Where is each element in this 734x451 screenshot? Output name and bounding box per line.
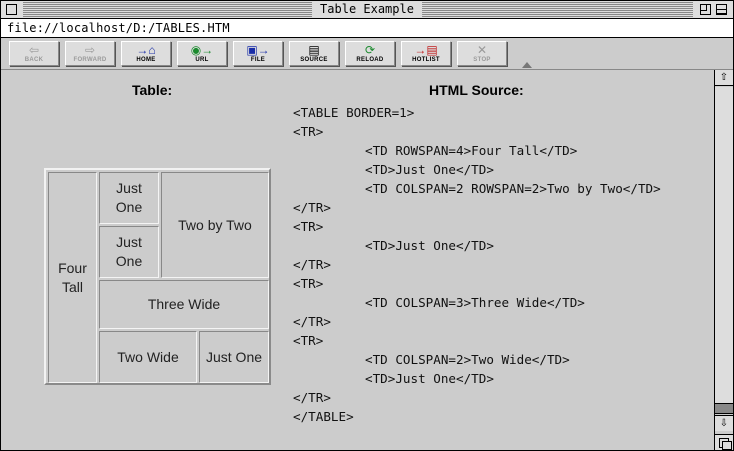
window-title: Table Example bbox=[312, 2, 422, 17]
floppy-disk-icon: ▣→ bbox=[246, 43, 270, 57]
cell-just-one: Just One bbox=[99, 172, 159, 224]
stop-icon: ✕ bbox=[476, 43, 488, 57]
source-line: <TD ROWSPAN=4>Four Tall</TD> bbox=[365, 143, 578, 158]
reload-button-label: RELOAD bbox=[356, 57, 384, 63]
url-button-label: URL bbox=[195, 57, 209, 63]
back-button-label: BACK bbox=[24, 57, 44, 63]
source-line: </TR> bbox=[293, 390, 331, 405]
home-button-label: HOME bbox=[136, 57, 156, 63]
cell-two-wide: Two Wide bbox=[99, 331, 197, 383]
reload-button[interactable]: ⟳ RELOAD bbox=[345, 41, 395, 66]
source-line: </TABLE> bbox=[293, 409, 354, 424]
cell-just-one: Just One bbox=[199, 331, 269, 383]
reload-icon: ⟳ bbox=[364, 43, 376, 57]
stop-button[interactable]: ✕ STOP bbox=[457, 41, 507, 66]
source-line: <TD>Just One</TD> bbox=[365, 371, 494, 386]
scroll-up-arrow-icon[interactable]: ⇧ bbox=[715, 70, 733, 86]
hotlist-icon: →▤ bbox=[414, 43, 438, 57]
page-content: Table: HTML Source: Four Tall Just One T… bbox=[1, 70, 714, 450]
source-heading: HTML Source: bbox=[429, 82, 524, 98]
stop-button-label: STOP bbox=[473, 57, 491, 63]
browser-window: Table Example file://localhost/D:/TABLES… bbox=[0, 0, 734, 451]
cell-three-wide: Three Wide bbox=[99, 280, 269, 329]
source-line: <TR> bbox=[293, 124, 324, 139]
source-button-label: SOURCE bbox=[300, 57, 328, 63]
table-heading: Table: bbox=[132, 82, 173, 98]
resize-handle-icon[interactable] bbox=[714, 434, 733, 450]
source-line: <TR> bbox=[293, 276, 324, 291]
globe-icon: ◉→ bbox=[190, 43, 214, 57]
scroll-track[interactable] bbox=[715, 87, 733, 403]
right-arrow-icon: ⇨ bbox=[84, 43, 96, 57]
collapse-box[interactable] bbox=[716, 4, 727, 15]
source-line: <TD COLSPAN=2>Two Wide</TD> bbox=[365, 352, 570, 367]
source-line: <TD COLSPAN=2 ROWSPAN=2>Two by Two</TD> bbox=[365, 181, 661, 196]
file-button-label: FILE bbox=[250, 57, 266, 63]
hotlist-button[interactable]: →▤ HOTLIST bbox=[401, 41, 451, 66]
close-box[interactable] bbox=[6, 4, 17, 15]
url-field[interactable]: file://localhost/D:/TABLES.HTM bbox=[1, 19, 733, 38]
document-icon: ▤ bbox=[308, 43, 320, 57]
left-arrow-icon: ⇦ bbox=[28, 43, 40, 57]
hotlist-button-label: HOTLIST bbox=[412, 57, 440, 63]
home-icon: →⌂ bbox=[136, 43, 156, 57]
source-line: </TR> bbox=[293, 257, 331, 272]
url-button[interactable]: ◉→ URL bbox=[177, 41, 227, 66]
file-button[interactable]: ▣→ FILE bbox=[233, 41, 283, 66]
forward-button-label: FORWARD bbox=[73, 57, 107, 63]
demo-table: Four Tall Just One Two by Two Just One T… bbox=[44, 168, 271, 385]
source-line: <TD>Just One</TD> bbox=[365, 238, 494, 253]
cell-just-one: Just One bbox=[99, 226, 159, 278]
cell-four-tall: Four Tall bbox=[48, 172, 97, 383]
title-bar[interactable]: Table Example bbox=[1, 1, 733, 19]
source-button[interactable]: ▤ SOURCE bbox=[289, 41, 339, 66]
scroll-down-arrow-icon[interactable]: ⇩ bbox=[715, 415, 733, 431]
vertical-scrollbar[interactable]: ⇧ ⇩ bbox=[714, 70, 733, 450]
back-button[interactable]: ⇦ BACK bbox=[9, 41, 59, 66]
source-line: <TABLE BORDER=1> bbox=[293, 105, 415, 120]
source-line: </TR> bbox=[293, 200, 331, 215]
source-line: <TR> bbox=[293, 333, 324, 348]
toolbar: ⇦ BACK ⇨ FORWARD →⌂ HOME ◉→ URL ▣→ FILE … bbox=[1, 38, 733, 70]
cell-two-by-two: Two by Two bbox=[161, 172, 269, 278]
scroll-thumb[interactable] bbox=[715, 403, 733, 414]
source-line: <TR> bbox=[293, 219, 324, 234]
source-line: </TR> bbox=[293, 314, 331, 329]
toolbar-toggle-icon[interactable] bbox=[522, 62, 532, 68]
forward-button[interactable]: ⇨ FORWARD bbox=[65, 41, 115, 66]
zoom-box[interactable] bbox=[700, 4, 711, 15]
home-button[interactable]: →⌂ HOME bbox=[121, 41, 171, 66]
source-line: <TD>Just One</TD> bbox=[365, 162, 494, 177]
source-line: <TD COLSPAN=3>Three Wide</TD> bbox=[365, 295, 585, 310]
